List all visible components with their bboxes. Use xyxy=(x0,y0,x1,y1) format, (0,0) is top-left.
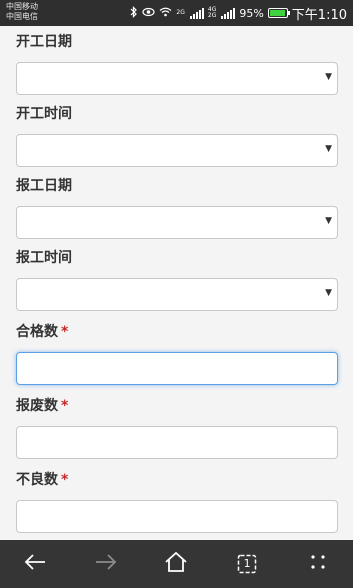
defect-count-input[interactable] xyxy=(16,500,338,533)
status-icons: 2G 4G 2G 95% 下午1:10 xyxy=(130,0,347,26)
dropdown-arrow-icon: ▼ xyxy=(325,72,332,82)
field-scrap-count: 报废数 * xyxy=(16,396,338,459)
back-button[interactable] xyxy=(15,544,55,584)
dropdown-arrow-icon: ▼ xyxy=(325,144,332,154)
field-label: 报工时间 xyxy=(16,250,72,266)
scrap-count-input[interactable] xyxy=(16,426,338,459)
home-button[interactable] xyxy=(156,544,196,584)
field-label: 报废数 * xyxy=(16,398,69,414)
field-label: 报工日期 xyxy=(16,178,72,194)
eye-icon xyxy=(142,7,156,20)
tabs-button[interactable]: 1 xyxy=(227,544,267,584)
field-report-date: 报工日期 ▼ xyxy=(16,176,338,239)
battery-percent: 95% xyxy=(239,6,264,20)
field-start-date: 开工日期 ▼ xyxy=(16,32,338,95)
home-icon xyxy=(164,551,188,577)
network-1-label: 2G xyxy=(176,9,185,16)
field-start-time: 开工时间 ▼ xyxy=(16,104,338,167)
carrier-2: 中国电信 xyxy=(6,12,38,21)
signal-1-icon xyxy=(189,7,204,19)
qualified-count-input[interactable] xyxy=(16,352,338,385)
required-marker: * xyxy=(61,398,69,414)
status-bar: 中国移动 中国电信 2G 4G 2G 95% 下午1:10 xyxy=(0,0,353,26)
field-label: 合格数 * xyxy=(16,324,69,340)
dropdown-arrow-icon: ▼ xyxy=(325,216,332,226)
report-date-select[interactable]: ▼ xyxy=(16,206,338,239)
forward-arrow-icon xyxy=(94,552,118,576)
field-report-time: 报工时间 ▼ xyxy=(16,248,338,311)
field-defect-count: 不良数 * xyxy=(16,470,338,533)
forward-button[interactable] xyxy=(86,544,126,584)
start-time-select[interactable]: ▼ xyxy=(16,134,338,167)
dropdown-arrow-icon: ▼ xyxy=(325,288,332,298)
back-arrow-icon xyxy=(23,552,47,576)
tabs-icon: 1 xyxy=(237,554,257,574)
browser-nav-bar: 1 xyxy=(0,540,353,588)
field-label: 不良数 * xyxy=(16,472,69,488)
field-qualified-count: 合格数 * xyxy=(16,322,338,385)
carrier-1: 中国移动 xyxy=(6,2,38,11)
required-marker: * xyxy=(61,324,69,340)
field-label: 开工日期 xyxy=(16,34,72,50)
network-2-label: 4G 2G xyxy=(207,6,217,19)
clock: 下午1:10 xyxy=(291,7,347,23)
menu-button[interactable] xyxy=(298,544,338,584)
menu-icon xyxy=(310,553,326,575)
start-date-select[interactable]: ▼ xyxy=(16,62,338,95)
wifi-icon xyxy=(159,7,172,20)
bluetooth-icon xyxy=(130,5,138,21)
battery-icon xyxy=(267,8,290,18)
report-time-select[interactable]: ▼ xyxy=(16,278,338,311)
carrier-info: 中国移动 中国电信 xyxy=(6,2,38,22)
field-label: 开工时间 xyxy=(16,106,72,122)
tabs-count: 1 xyxy=(243,557,251,570)
signal-2-icon xyxy=(221,7,236,19)
required-marker: * xyxy=(61,472,69,488)
